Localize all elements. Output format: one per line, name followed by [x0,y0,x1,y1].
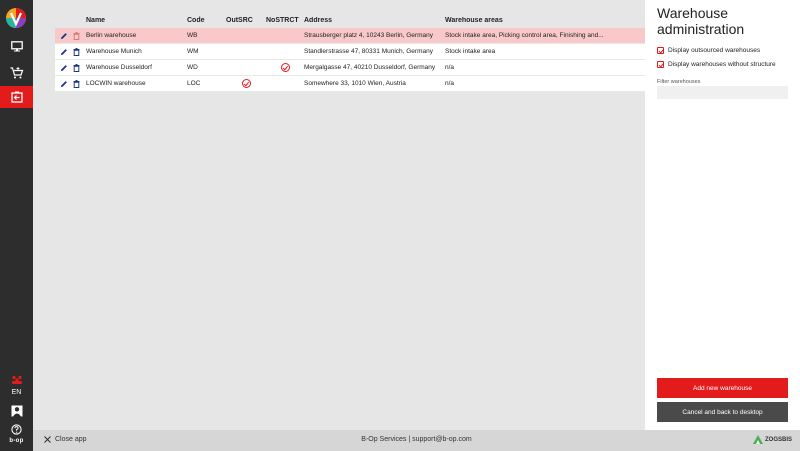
brand-logo: b-op [9,438,24,444]
table-row[interactable]: Warehouse Dusseldorf WD Mergalgasse 47, … [55,60,667,76]
check-circle-icon [241,79,251,88]
nav-cart[interactable] [0,62,33,84]
table-row[interactable]: LOCWIN warehouse LOC Somewhere 33, 1010 … [55,76,667,92]
footer-contact: B-Op Services | support@b-op.com [361,436,472,443]
cell-areas: Stock intake area, Picking control area,… [445,32,604,39]
cell-address: Strausberger platz 4, 10243 Berlin, Germ… [304,32,433,39]
footer-logo: ZOGSBIS [752,435,792,444]
cell-areas: n/a [445,64,455,71]
footer: Close app B-Op Services | support@b-op.c… [33,430,800,451]
cell-code: WB [187,32,198,39]
company-logo-icon [752,435,763,444]
cell-areas: Stock intake area [445,48,496,55]
filter-label: Filter warehouses [657,79,701,85]
outsourced-label: Display outsourced warehouses [668,47,761,54]
nav-help[interactable] [0,418,33,440]
nav-community[interactable] [0,369,33,391]
cell-address: Somewhere 33, 1010 Wien, Austria [304,80,406,87]
nav-desktop[interactable] [0,35,33,57]
cell-areas: n/a [445,80,455,87]
check-circle-icon [280,63,290,72]
cell-address: Standlerstrasse 47, 80331 Munich, German… [304,48,433,55]
header-areas[interactable]: Warehouse areas [445,17,635,24]
delete-icon[interactable] [73,47,80,56]
cell-name: LOCWIN warehouse [86,80,146,87]
cell-name: Warehouse Dusseldorf [86,64,152,71]
outsourced-option[interactable]: Display outsourced warehouses [657,47,760,54]
cell-outsrc [226,79,266,88]
table-row[interactable]: Warehouse Munich WM Standlerstrasse 47, … [55,44,667,60]
add-warehouse-button[interactable]: Add new warehouse [657,378,788,398]
side-panel: Warehouse administration Display outsour… [645,0,800,430]
edit-icon[interactable] [60,48,68,56]
footer-logo-text: ZOGSBIS [764,436,792,443]
header-code[interactable]: Code [187,17,226,24]
page-title: Warehouse administration [657,5,745,37]
delete-icon[interactable] [73,79,80,88]
help-icon [11,423,22,435]
warehouse-exit-icon [10,91,23,103]
nostructure-option[interactable]: Display warehouses without structure [657,61,776,68]
header-address[interactable]: Address [304,17,445,24]
table-row[interactable]: Berlin warehouse WB Strausberger platz 4… [55,28,667,44]
people-icon [11,375,22,384]
cart-add-icon [10,67,23,79]
delete-icon[interactable] [73,63,80,72]
nostructure-label: Display warehouses without structure [668,61,776,68]
cell-code: LOC [187,80,201,87]
cell-name: Berlin warehouse [86,32,137,39]
header-nostrct[interactable]: NoSTRCT [266,17,304,24]
left-nav: EN b-op [0,0,33,451]
edit-icon[interactable] [60,80,68,88]
main-area: Name Code OutSRC NoSTRCT Address Warehou… [33,0,667,430]
language-selector[interactable]: EN [0,389,33,396]
edit-icon[interactable] [60,64,68,72]
cell-address: Mergalgasse 47, 40210 Dusseldorf, German… [304,64,436,71]
nostructure-checkbox[interactable] [657,61,664,68]
outsourced-checkbox[interactable] [657,47,664,54]
edit-icon[interactable] [60,32,68,40]
cell-code: WD [187,64,198,71]
app-logo-icon[interactable] [5,7,27,29]
nav-warehouse[interactable] [0,86,33,108]
filter-input[interactable] [657,86,788,99]
delete-icon[interactable] [73,31,80,40]
cell-code: WM [187,48,199,55]
cell-name: Warehouse Munich [86,48,142,55]
table-body: Berlin warehouse WB Strausberger platz 4… [55,28,667,92]
monitor-icon [10,40,23,51]
header-outsrc[interactable]: OutSRC [226,17,266,24]
table-header: Name Code OutSRC NoSTRCT Address Warehou… [55,12,667,28]
cell-nostrct [266,63,304,72]
cancel-button[interactable]: Cancel and back to desktop [657,402,788,422]
header-name[interactable]: Name [86,17,187,24]
user-icon [11,405,22,417]
warehouse-table: Name Code OutSRC NoSTRCT Address Warehou… [55,12,667,92]
